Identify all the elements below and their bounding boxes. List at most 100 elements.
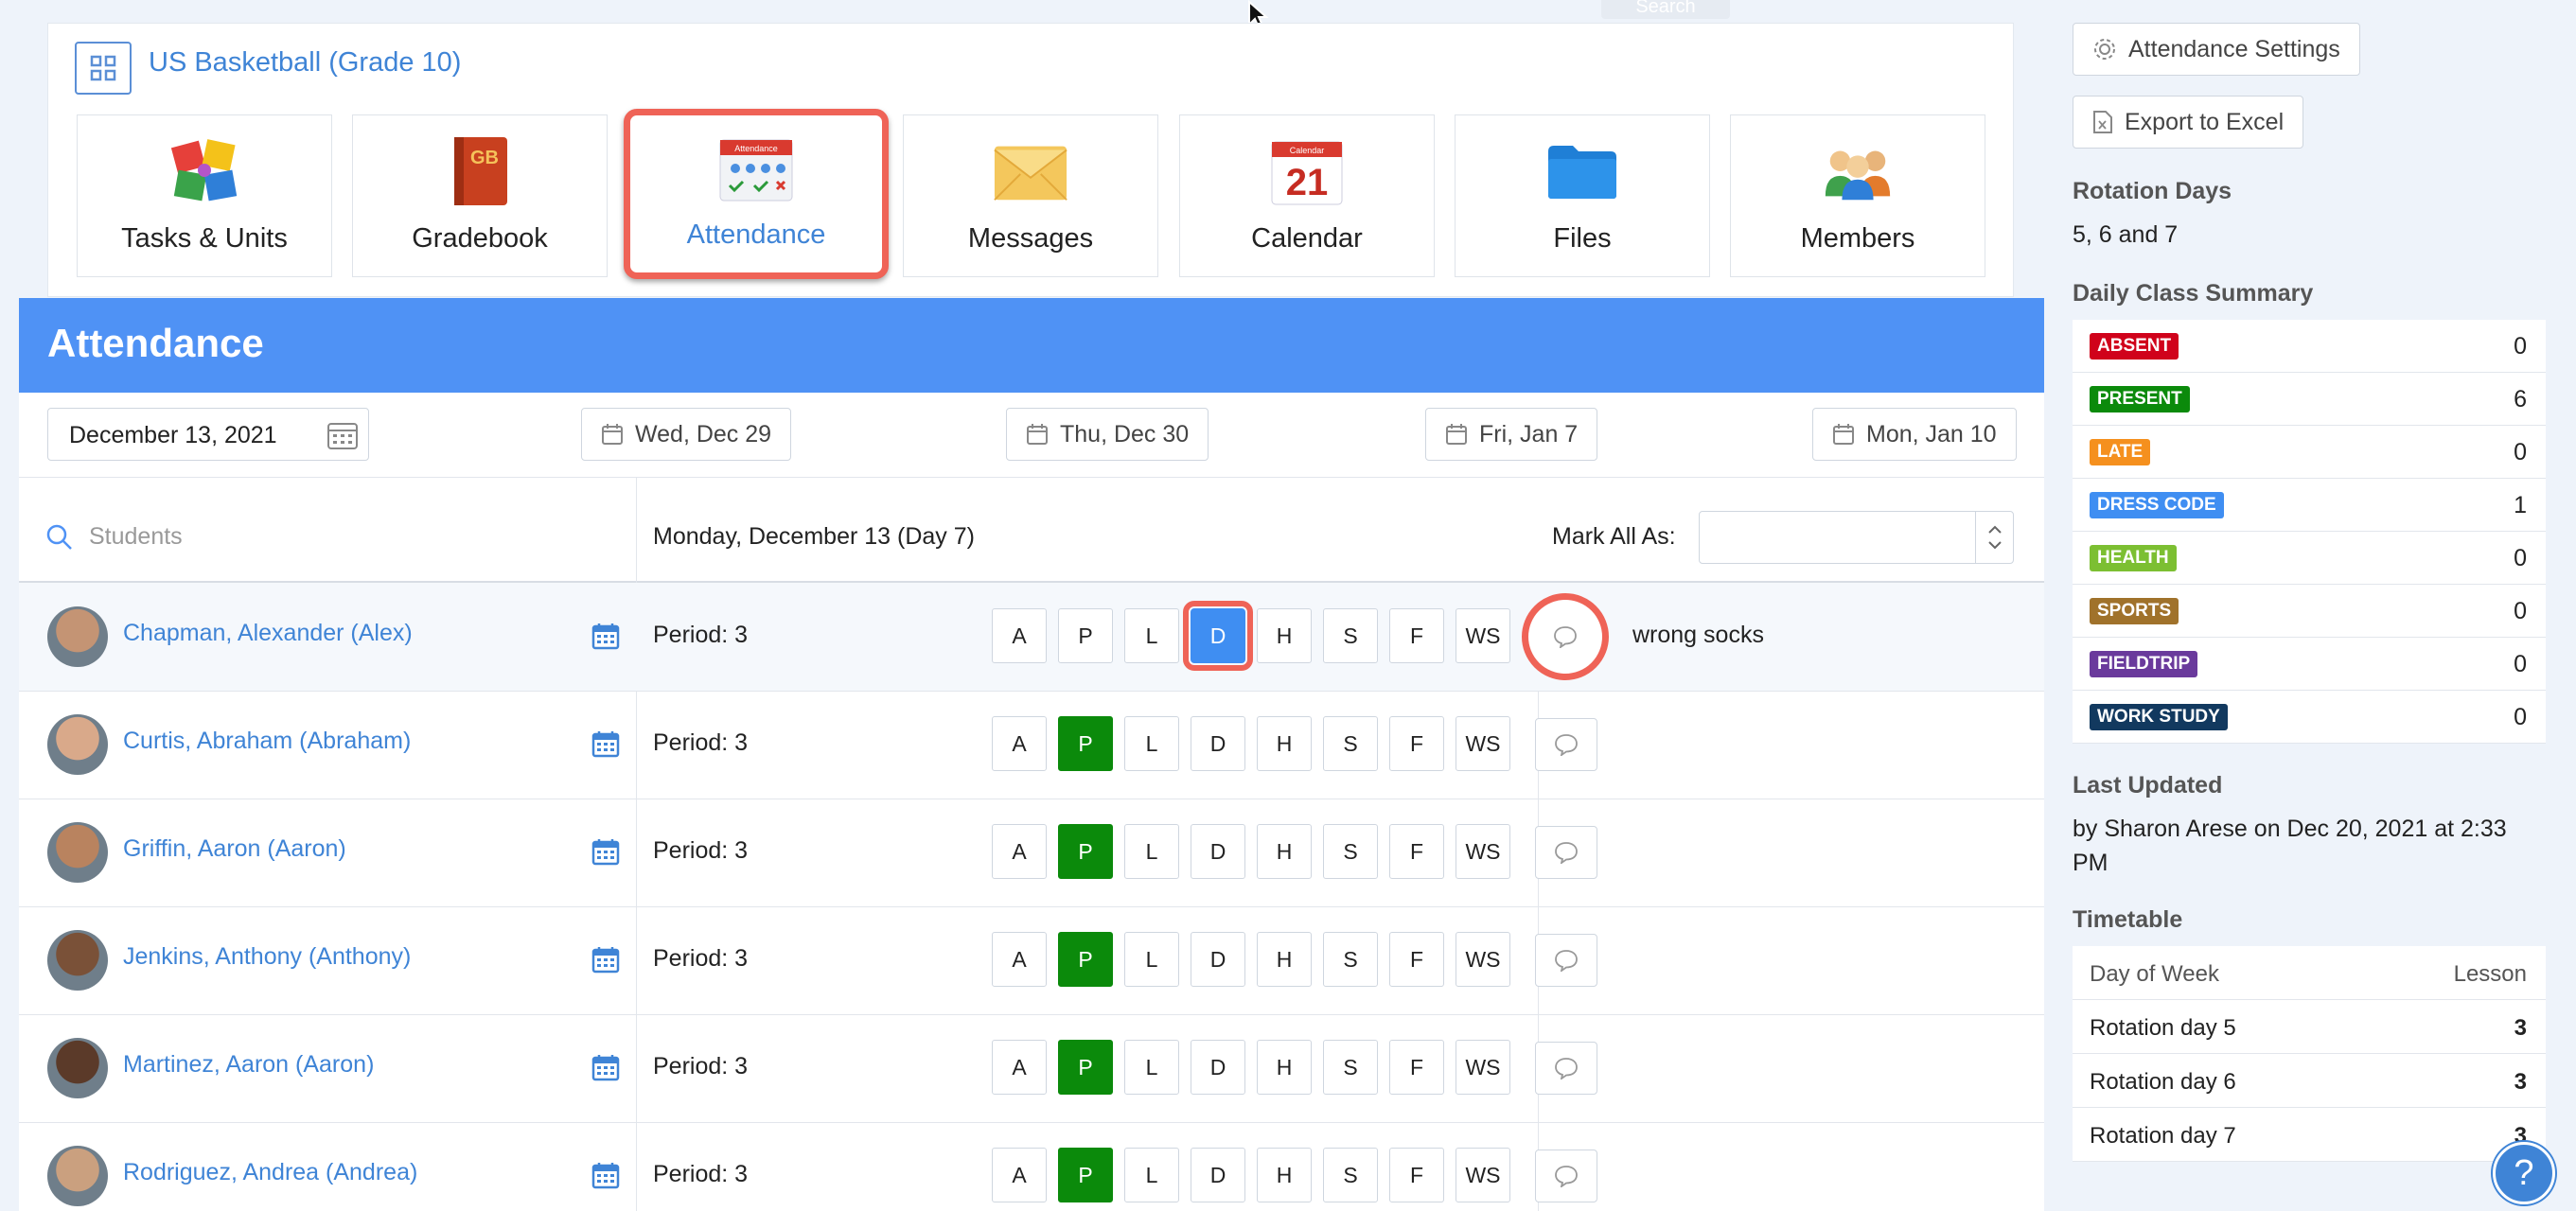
student-name-link[interactable]: Rodriguez, Andrea (Andrea): [123, 1159, 417, 1186]
period-label: Period: 3: [653, 1053, 749, 1079]
student-name-link[interactable]: Martinez, Aaron (Aaron): [123, 1051, 374, 1079]
calendar-grid-icon[interactable]: [326, 420, 359, 450]
student-name-link[interactable]: Griffin, Aaron (Aaron): [123, 835, 346, 863]
attendance-code-s[interactable]: S: [1323, 932, 1378, 987]
mark-all-select[interactable]: [1699, 511, 2014, 564]
attendance-code-l[interactable]: L: [1124, 932, 1179, 987]
attendance-code-f[interactable]: F: [1389, 608, 1444, 663]
attendance-code-a[interactable]: A: [992, 1040, 1047, 1095]
attendance-code-ws[interactable]: WS: [1456, 716, 1510, 771]
comment-button[interactable]: [1535, 934, 1597, 987]
date-picker-value: December 13, 2021: [69, 422, 277, 448]
attendance-code-s[interactable]: S: [1323, 1040, 1378, 1095]
attendance-code-f[interactable]: F: [1389, 716, 1444, 771]
attendance-code-p[interactable]: P: [1058, 716, 1113, 771]
attendance-code-l[interactable]: L: [1124, 608, 1179, 663]
attendance-code-h[interactable]: H: [1257, 932, 1312, 987]
student-calendar-icon[interactable]: [591, 729, 620, 758]
export-excel-button[interactable]: Export to Excel: [2073, 96, 2304, 149]
day-button-dec-30[interactable]: Thu, Dec 30: [1006, 408, 1209, 461]
attendance-code-ws[interactable]: WS: [1456, 824, 1510, 879]
comment-button[interactable]: [1535, 1150, 1597, 1202]
top-search-button[interactable]: Search: [1601, 0, 1730, 19]
attendance-code-d[interactable]: D: [1183, 601, 1253, 671]
student-calendar-icon[interactable]: [591, 1053, 620, 1081]
help-button[interactable]: ?: [2493, 1142, 2555, 1204]
attendance-code-s[interactable]: S: [1323, 1148, 1378, 1202]
calendar-icon-text: Calendar: [1290, 146, 1325, 155]
comment-button[interactable]: [1535, 826, 1597, 879]
attendance-code-a[interactable]: A: [992, 608, 1047, 663]
day-button-jan-7[interactable]: Fri, Jan 7: [1425, 408, 1598, 461]
attendance-code-h[interactable]: H: [1257, 824, 1312, 879]
date-picker-input[interactable]: December 13, 2021: [47, 408, 369, 461]
attendance-code-ws[interactable]: WS: [1456, 608, 1510, 663]
attendance-code-ws[interactable]: WS: [1456, 1148, 1510, 1202]
attendance-code-s[interactable]: S: [1323, 824, 1378, 879]
attendance-code-l[interactable]: L: [1124, 716, 1179, 771]
student-name-link[interactable]: Chapman, Alexander (Alex): [123, 620, 413, 647]
attendance-code-d[interactable]: D: [1191, 716, 1245, 771]
calendar-icon: Calendar 21: [1269, 136, 1345, 206]
tile-tasks-units[interactable]: Tasks & Units: [77, 114, 332, 277]
attendance-code-ws[interactable]: WS: [1456, 932, 1510, 987]
tile-gradebook[interactable]: GB Gradebook: [352, 114, 608, 277]
attendance-code-ws[interactable]: WS: [1456, 1040, 1510, 1095]
day-button-dec-29[interactable]: Wed, Dec 29: [581, 408, 792, 461]
attendance-code-d[interactable]: D: [1191, 824, 1245, 879]
attendance-code-l[interactable]: L: [1124, 1040, 1179, 1095]
student-calendar-icon[interactable]: [591, 945, 620, 974]
tile-label: Gradebook: [412, 223, 548, 254]
comment-button[interactable]: [1522, 593, 1609, 680]
attendance-code-l[interactable]: L: [1124, 1148, 1179, 1202]
tile-members[interactable]: Members: [1730, 114, 1985, 277]
chevron-down-icon: [1987, 541, 2002, 550]
comment-button[interactable]: [1535, 718, 1597, 771]
apps-grid-button[interactable]: [75, 42, 132, 95]
attendance-code-a[interactable]: A: [992, 716, 1047, 771]
attendance-code-h[interactable]: H: [1257, 1148, 1312, 1202]
tile-messages[interactable]: Messages: [903, 114, 1158, 277]
attendance-code-h[interactable]: H: [1257, 716, 1312, 771]
student-calendar-icon[interactable]: [591, 837, 620, 866]
attendance-code-d[interactable]: D: [1191, 1040, 1245, 1095]
attendance-code-s[interactable]: S: [1323, 716, 1378, 771]
day-button-jan-10[interactable]: Mon, Jan 10: [1812, 408, 2017, 461]
attendance-code-h[interactable]: H: [1257, 1040, 1312, 1095]
attendance-code-f[interactable]: F: [1389, 932, 1444, 987]
attendance-code-a[interactable]: A: [992, 932, 1047, 987]
student-calendar-icon[interactable]: [591, 1161, 620, 1189]
attendance-code-f[interactable]: F: [1389, 824, 1444, 879]
student-calendar-icon[interactable]: [591, 622, 620, 650]
attendance-code-p[interactable]: P: [1058, 1148, 1113, 1202]
attendance-code-h[interactable]: H: [1257, 608, 1312, 663]
tile-files[interactable]: Files: [1455, 114, 1710, 277]
attendance-code-p[interactable]: P: [1058, 608, 1113, 663]
attendance-code-f[interactable]: F: [1389, 1040, 1444, 1095]
tile-label: Calendar: [1251, 223, 1363, 254]
attendance-code-d[interactable]: D: [1191, 932, 1245, 987]
student-name-link[interactable]: Jenkins, Anthony (Anthony): [123, 943, 411, 971]
attendance-code-p[interactable]: P: [1058, 824, 1113, 879]
attendance-code-s[interactable]: S: [1323, 608, 1378, 663]
attendance-code-p[interactable]: P: [1058, 932, 1113, 987]
attendance-code-a[interactable]: A: [992, 824, 1047, 879]
attendance-settings-button[interactable]: Attendance Settings: [2073, 23, 2360, 76]
attendance-code-a[interactable]: A: [992, 1148, 1047, 1202]
status-badge: ABSENT: [2090, 333, 2179, 360]
tile-calendar[interactable]: Calendar 21 Calendar: [1179, 114, 1435, 277]
attendance-code-l[interactable]: L: [1124, 824, 1179, 879]
comment-text: wrong socks: [1632, 622, 1764, 648]
student-name-link[interactable]: Curtis, Abraham (Abraham): [123, 728, 411, 755]
attendance-code-f[interactable]: F: [1389, 1148, 1444, 1202]
attendance-code-p[interactable]: P: [1058, 1040, 1113, 1095]
tile-attendance[interactable]: Attendance Attendance: [624, 109, 889, 279]
speech-bubble-icon: [1555, 842, 1578, 864]
student-search-input[interactable]: Students: [89, 523, 183, 551]
mark-all-stepper[interactable]: [1975, 512, 2013, 563]
comment-button[interactable]: [1535, 1042, 1597, 1095]
summary-row: ABSENT 0: [2073, 320, 2546, 373]
course-title[interactable]: US Basketball (Grade 10): [149, 47, 461, 79]
attendance-code-d[interactable]: D: [1191, 1148, 1245, 1202]
timetable-lesson: 3: [2514, 1069, 2527, 1095]
